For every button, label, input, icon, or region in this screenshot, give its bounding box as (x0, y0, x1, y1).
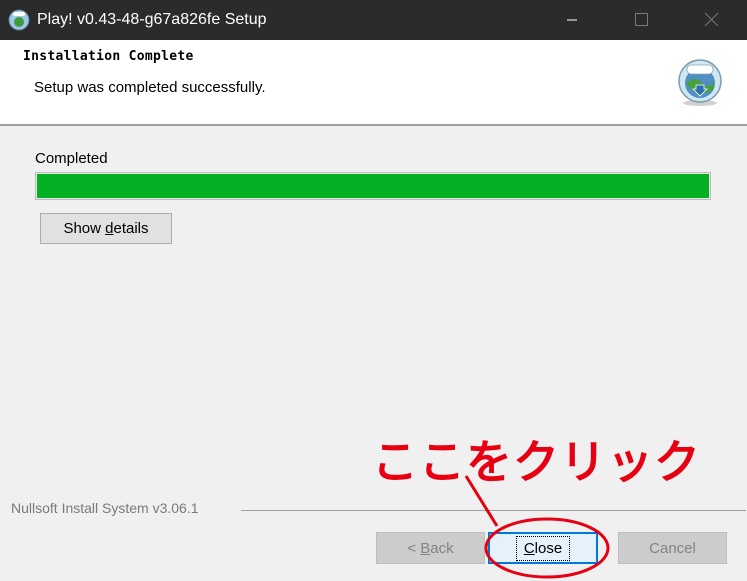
close-button-label: Close (515, 535, 571, 561)
minimize-icon (567, 19, 577, 21)
progress-status-label: Completed (35, 150, 108, 167)
back-button[interactable]: < Back (376, 532, 485, 564)
click-here-annotation: ここをクリック (372, 435, 701, 489)
show-details-button[interactable]: Show details (40, 213, 172, 244)
maximize-button[interactable] (617, 0, 663, 40)
progress-bar (35, 172, 711, 200)
show-details-label: Show details (63, 220, 149, 237)
header-divider (0, 124, 747, 126)
branding-divider (241, 510, 746, 511)
title-bar: Play! v0.43-48-g67a826fe Setup (0, 0, 747, 40)
installer-globe-icon (678, 59, 722, 106)
nsis-branding-text: Nullsoft Install System v3.06.1 (11, 500, 199, 516)
header-panel: Installation Complete Setup was complete… (0, 40, 747, 124)
cancel-button[interactable]: Cancel (618, 532, 727, 564)
window-title: Play! v0.43-48-g67a826fe Setup (37, 11, 267, 28)
progress-bar-fill (37, 174, 709, 198)
back-button-label: < Back (407, 539, 454, 557)
installer-app-icon (8, 9, 30, 31)
minimize-button[interactable] (549, 0, 595, 40)
close-window-button[interactable] (689, 0, 735, 40)
maximize-icon (635, 13, 648, 26)
page-title: Installation Complete (23, 49, 194, 64)
close-button[interactable]: Close (488, 532, 598, 564)
close-icon (704, 12, 719, 27)
page-subtitle: Setup was completed successfully. (34, 79, 266, 96)
